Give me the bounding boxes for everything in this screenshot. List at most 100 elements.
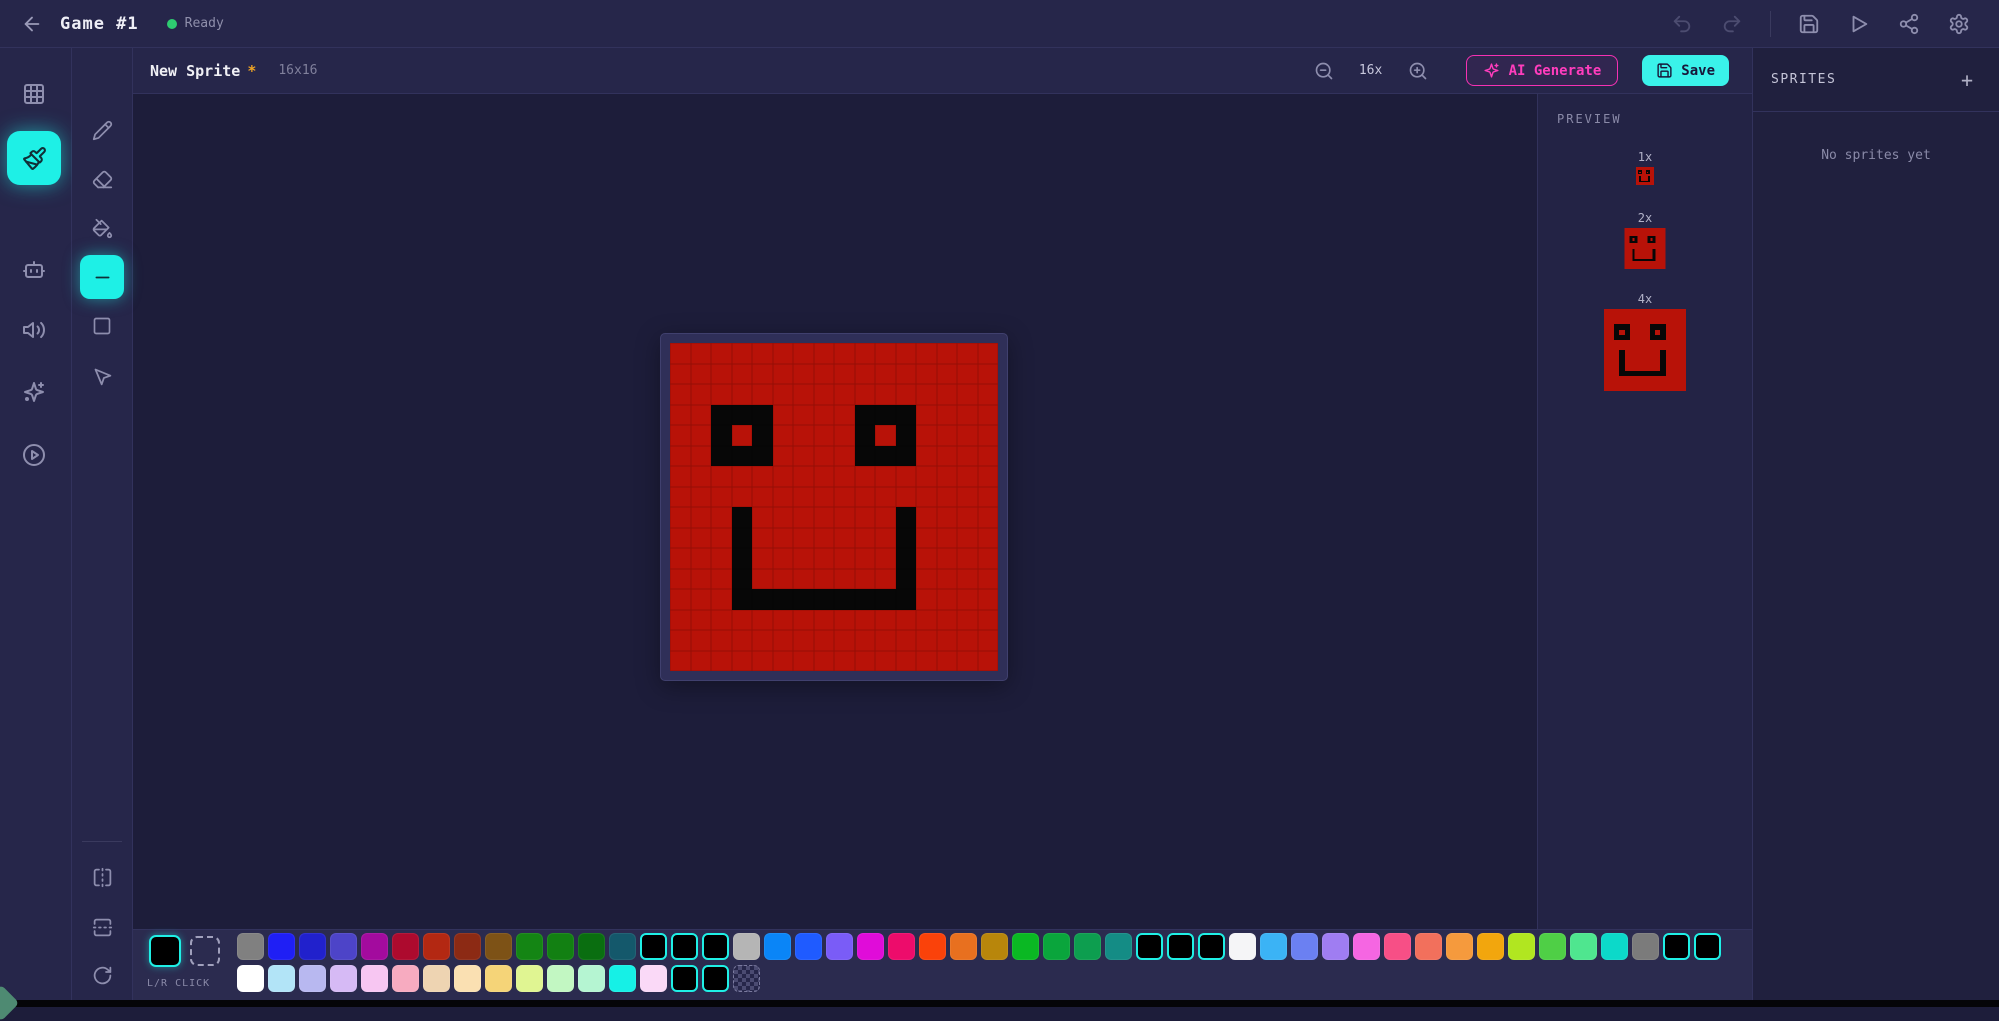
pixel-cell[interactable] [957,405,978,426]
save-sprite-button[interactable]: Save [1642,55,1729,86]
pixel-cell[interactable] [670,384,691,405]
back-button[interactable] [16,8,48,40]
pixel-cell[interactable] [855,651,876,672]
pixel-cell[interactable] [732,507,753,528]
pixel-cell[interactable] [793,507,814,528]
rail-item-playtest[interactable] [7,428,61,482]
pixel-cell[interactable] [916,487,937,508]
pixel-cell[interactable] [834,651,855,672]
color-swatch[interactable] [1136,933,1163,960]
color-swatch[interactable] [1477,933,1504,960]
color-swatch[interactable] [361,933,388,960]
pixel-cell[interactable] [670,651,691,672]
pixel-cell[interactable] [670,528,691,549]
color-swatch[interactable] [578,933,605,960]
pixel-cell[interactable] [834,425,855,446]
pixel-cell[interactable] [711,405,732,426]
pixel-cell[interactable] [670,364,691,385]
pixel-cell[interactable] [978,343,999,364]
color-swatch[interactable] [330,933,357,960]
pixel-cell[interactable] [691,589,712,610]
pixel-cell[interactable] [834,589,855,610]
pixel-cell[interactable] [937,364,958,385]
pixel-cell[interactable] [855,548,876,569]
pixel-cell[interactable] [855,610,876,631]
pixel-cell[interactable] [855,446,876,467]
pixel-cell[interactable] [937,630,958,651]
pixel-cell[interactable] [691,528,712,549]
pixel-cell[interactable] [916,610,937,631]
pixel-cell[interactable] [711,343,732,364]
pixel-cell[interactable] [978,405,999,426]
pixel-cell[interactable] [957,364,978,385]
pixel-cell[interactable] [732,384,753,405]
pixel-cell[interactable] [793,630,814,651]
pixel-cell[interactable] [732,548,753,569]
pixel-cell[interactable] [691,630,712,651]
pixel-cell[interactable] [814,405,835,426]
pixel-cell[interactable] [855,384,876,405]
pixel-cell[interactable] [752,384,773,405]
pixel-cell[interactable] [732,630,753,651]
pixel-cell[interactable] [670,589,691,610]
pixel-cell[interactable] [773,569,794,590]
pixel-cell[interactable] [814,610,835,631]
pixel-cell[interactable] [834,548,855,569]
pixel-cell[interactable] [916,446,937,467]
tool-rotate[interactable] [80,953,124,997]
pixel-cell[interactable] [875,507,896,528]
pixel-cell[interactable] [916,528,937,549]
tool-pencil[interactable] [80,108,124,152]
pixel-cell[interactable] [957,569,978,590]
pixel-cell[interactable] [793,528,814,549]
pixel-cell[interactable] [793,364,814,385]
color-swatch[interactable] [1446,933,1473,960]
pixel-cell[interactable] [670,630,691,651]
pixel-cell[interactable] [937,548,958,569]
pixel-cell[interactable] [957,548,978,569]
pixel-cell[interactable] [896,630,917,651]
pixel-cell[interactable] [978,548,999,569]
pixel-canvas[interactable] [670,343,998,671]
color-swatch[interactable] [1198,933,1225,960]
pixel-cell[interactable] [670,466,691,487]
pixel-cell[interactable] [752,610,773,631]
color-swatch[interactable] [361,965,388,992]
pixel-cell[interactable] [896,405,917,426]
color-swatch[interactable] [578,965,605,992]
pixel-cell[interactable] [793,487,814,508]
share-button[interactable] [1891,6,1927,42]
pixel-cell[interactable] [691,507,712,528]
pixel-cell[interactable] [834,343,855,364]
pixel-cell[interactable] [978,446,999,467]
pixel-cell[interactable] [691,384,712,405]
pixel-cell[interactable] [957,651,978,672]
pixel-cell[interactable] [793,446,814,467]
pixel-cell[interactable] [773,425,794,446]
pixel-cell[interactable] [875,610,896,631]
pixel-cell[interactable] [916,425,937,446]
color-swatch[interactable] [268,933,295,960]
pixel-cell[interactable] [957,466,978,487]
pixel-cell[interactable] [896,466,917,487]
pixel-cell[interactable] [773,589,794,610]
pixel-cell[interactable] [732,425,753,446]
pixel-cell[interactable] [896,548,917,569]
pixel-cell[interactable] [916,466,937,487]
zoom-in-button[interactable] [1402,55,1434,87]
tool-select[interactable] [80,354,124,398]
pixel-cell[interactable] [773,384,794,405]
pixel-cell[interactable] [773,364,794,385]
color-swatch[interactable] [1043,933,1070,960]
pixel-cell[interactable] [937,528,958,549]
color-swatch[interactable] [547,933,574,960]
color-swatch[interactable] [1663,933,1690,960]
pixel-cell[interactable] [711,384,732,405]
pixel-cell[interactable] [855,589,876,610]
color-swatch[interactable] [1601,933,1628,960]
pixel-cell[interactable] [691,446,712,467]
pixel-cell[interactable] [691,487,712,508]
pixel-cell[interactable] [711,569,732,590]
pixel-cell[interactable] [916,589,937,610]
pixel-cell[interactable] [896,651,917,672]
